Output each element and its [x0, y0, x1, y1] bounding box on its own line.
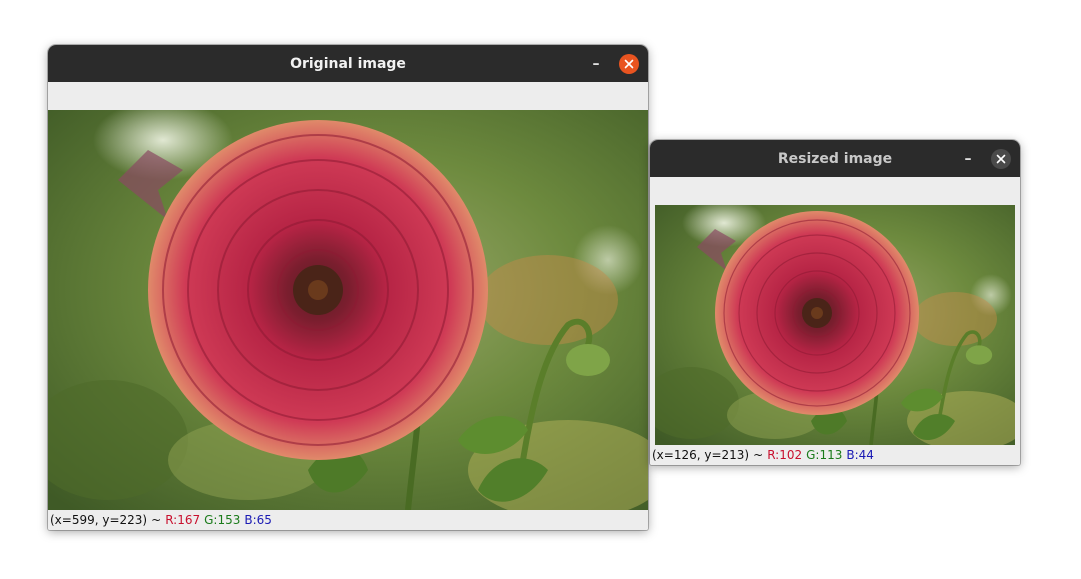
resized-window-titlebar[interactable]: Resized image –	[650, 140, 1020, 177]
resized-image-canvas[interactable]	[655, 205, 1015, 445]
minimize-button[interactable]: –	[958, 149, 978, 169]
minimize-button[interactable]: –	[586, 54, 606, 74]
close-button[interactable]	[619, 54, 639, 74]
minimize-icon: –	[592, 56, 600, 72]
resized-image-window[interactable]: Resized image – (x=126, y=213) ~ R:102 G…	[650, 140, 1020, 465]
x-icon	[996, 154, 1006, 164]
green-channel-value: G:113	[806, 448, 843, 462]
blue-channel-value: B:44	[846, 448, 874, 462]
green-channel-value: G:153	[204, 513, 241, 527]
original-window-title: Original image	[290, 55, 406, 72]
x-icon	[624, 59, 634, 69]
status-separator: ~	[753, 448, 764, 462]
original-image-window[interactable]: Original image – (x=599, y=223) ~ R:167 …	[48, 45, 648, 530]
blue-channel-value: B:65	[244, 513, 272, 527]
dahlia-photo	[48, 110, 648, 510]
resized-window-title: Resized image	[777, 150, 893, 167]
original-window-toolbar	[48, 82, 648, 110]
original-pixel-status-bar: (x=599, y=223) ~ R:167 G:153 B:65	[48, 510, 648, 530]
original-window-titlebar[interactable]: Original image –	[48, 45, 648, 82]
red-channel-value: R:102	[767, 448, 803, 462]
red-channel-value: R:167	[165, 513, 201, 527]
resized-pixel-status-bar: (x=126, y=213) ~ R:102 G:113 B:44	[650, 445, 1020, 465]
cursor-coordinates: (x=126, y=213)	[652, 448, 750, 462]
status-separator: ~	[151, 513, 162, 527]
dahlia-photo-resized	[655, 205, 1015, 445]
cursor-coordinates: (x=599, y=223)	[50, 513, 148, 527]
close-button[interactable]	[991, 149, 1011, 169]
resized-window-toolbar	[650, 177, 1020, 205]
minimize-icon: –	[964, 151, 972, 167]
original-image-canvas[interactable]	[48, 110, 648, 510]
